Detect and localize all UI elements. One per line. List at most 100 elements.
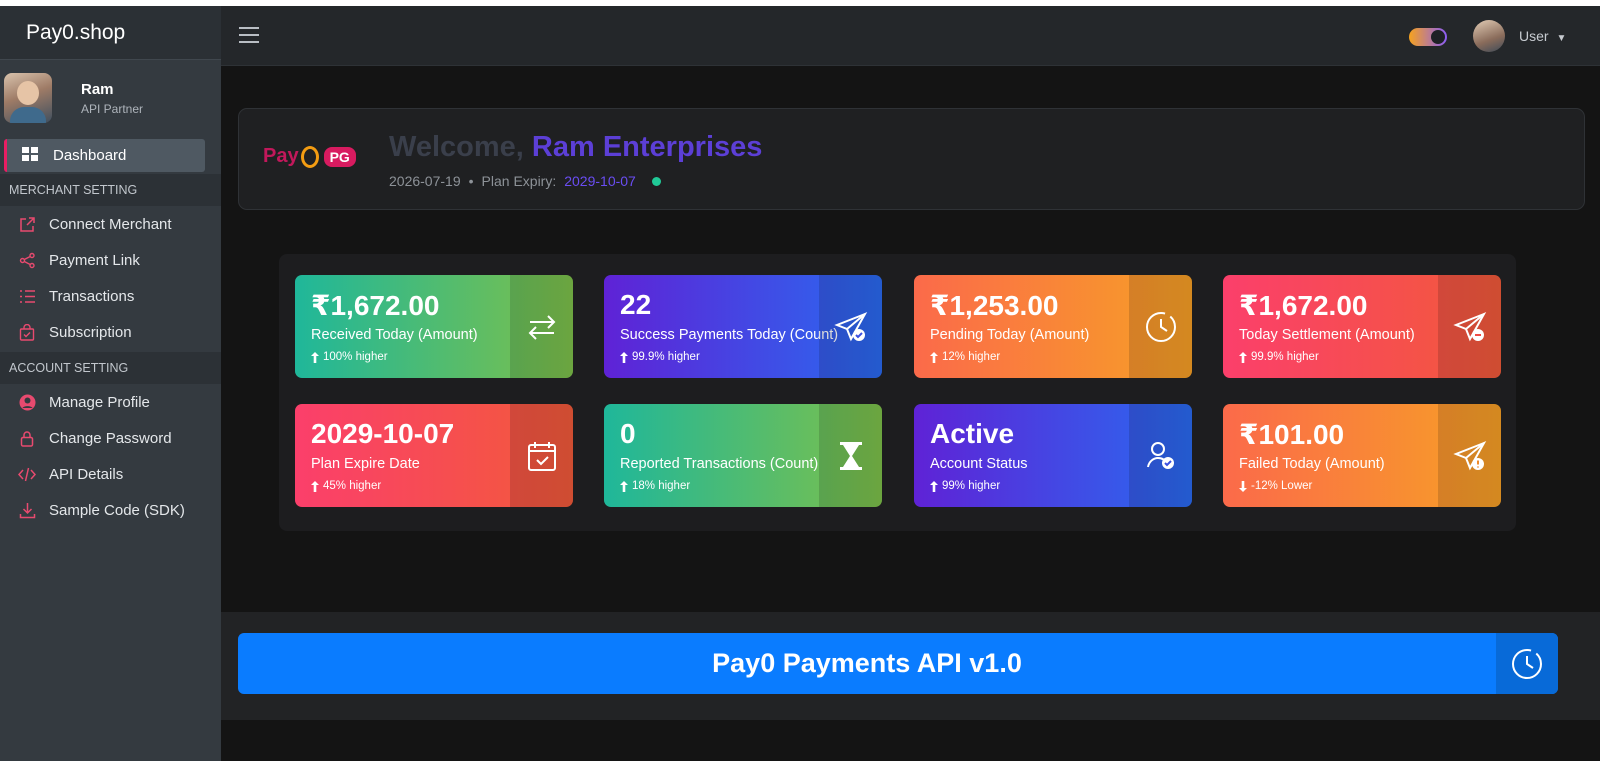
theme-toggle[interactable] xyxy=(1409,28,1447,46)
sidebar-item-label: API Details xyxy=(49,465,124,483)
welcome-subtitle: 2026-07-19 • Plan Expiry: 2029-10-07 xyxy=(389,173,661,189)
stat-value: Active xyxy=(930,418,1015,449)
stat-value: ₹101.00 xyxy=(1239,419,1345,450)
api-banner[interactable]: Pay0 Payments API v1.0 xyxy=(238,633,1558,694)
arrow-up-icon xyxy=(311,351,319,363)
stat-value: 2029-10-07 xyxy=(311,418,455,449)
stat-value: ₹1,253.00 xyxy=(930,290,1059,321)
stat-card-received-today[interactable]: ₹1,672.00 Received Today (Amount) 100% h… xyxy=(295,275,573,378)
send-check-icon xyxy=(819,275,882,378)
arrow-up-icon xyxy=(620,480,628,492)
stat-trend-text: 100% higher xyxy=(323,351,388,363)
welcome-banner: Pay PG Welcome, Ram Enterprises 2026-07-… xyxy=(238,108,1585,210)
user-menu[interactable]: User ▼ xyxy=(1519,28,1566,44)
sidebar-item-label: Payment Link xyxy=(49,251,140,269)
separator: • xyxy=(468,173,474,189)
calendar-check-icon xyxy=(510,404,573,507)
stat-card-failed-today[interactable]: ₹101.00 Failed Today (Amount) -12% Lower xyxy=(1223,404,1501,507)
send-alert-icon xyxy=(1438,404,1501,507)
sidebar-item-payment-link[interactable]: Payment Link xyxy=(0,242,221,278)
sidebar-item-label: Sample Code (SDK) xyxy=(49,501,185,519)
pay0-pg-logo: Pay PG xyxy=(263,145,356,168)
stat-label: Pending Today (Amount) xyxy=(930,327,1090,343)
plan-expiry-date: 2029-10-07 xyxy=(564,173,636,189)
sidebar-item-manage-profile[interactable]: Manage Profile xyxy=(0,384,221,420)
welcome-greeting: Welcome, xyxy=(389,131,532,163)
section-account-setting: ACCOUNT SETTING xyxy=(0,352,221,384)
stat-trend: 99.9% higher xyxy=(1239,351,1319,363)
arrow-up-icon xyxy=(1239,351,1247,363)
main-content: User ▼ Pay PG Welcome, Ram Enterprises 2… xyxy=(221,6,1600,761)
stat-label: Today Settlement (Amount) xyxy=(1239,327,1415,343)
section-merchant-setting: MERCHANT SETTING xyxy=(0,174,221,206)
user-circle-icon xyxy=(18,394,36,411)
logo-text: Pay xyxy=(263,145,299,167)
stat-trend-text: 18% higher xyxy=(632,480,691,492)
stat-trend: 99.9% higher xyxy=(620,351,700,363)
stat-value: ₹1,672.00 xyxy=(311,290,440,321)
sidebar-item-label: Connect Merchant xyxy=(49,215,172,233)
logo-badge: PG xyxy=(323,146,356,167)
brand-logo[interactable]: Pay0.shop xyxy=(0,6,221,60)
lock-icon xyxy=(18,430,36,447)
stat-card-plan-expire[interactable]: 2029-10-07 Plan Expire Date 45% higher xyxy=(295,404,573,507)
welcome-title: Welcome, Ram Enterprises xyxy=(389,131,762,164)
code-icon xyxy=(18,467,36,482)
hamburger-menu-icon[interactable] xyxy=(239,26,259,44)
transfer-arrows-icon xyxy=(510,275,573,378)
stat-label: Failed Today (Amount) xyxy=(1239,456,1385,472)
share-icon xyxy=(18,252,36,269)
user-check-icon xyxy=(1129,404,1192,507)
stat-value: 0 xyxy=(620,418,636,449)
stat-card-account-status[interactable]: Active Account Status 99% higher xyxy=(914,404,1192,507)
clock-icon xyxy=(1129,275,1192,378)
stat-trend-text: 12% higher xyxy=(942,351,1001,363)
sidebar-item-sample-code[interactable]: Sample Code (SDK) xyxy=(0,492,221,528)
logo-ring-icon xyxy=(300,145,319,168)
sidebar-item-connect-merchant[interactable]: Connect Merchant xyxy=(0,206,221,242)
user-avatar[interactable] xyxy=(1473,20,1505,52)
user-menu-label: User xyxy=(1519,28,1549,44)
sidebar-profile: Ram API Partner xyxy=(0,60,221,136)
grid-icon xyxy=(22,146,38,165)
current-date: 2026-07-19 xyxy=(389,173,461,189)
sidebar-item-label: Subscription xyxy=(49,323,132,341)
company-name: Ram Enterprises xyxy=(531,131,763,163)
api-banner-title: Pay0 Payments API v1.0 xyxy=(712,648,1022,678)
stat-card-success-payments[interactable]: 22 Success Payments Today (Count) 99.9% … xyxy=(604,275,882,378)
sidebar-item-subscription[interactable]: Subscription xyxy=(0,314,221,350)
stat-card-pending-today[interactable]: ₹1,253.00 Pending Today (Amount) 12% hig… xyxy=(914,275,1192,378)
sidebar-item-dashboard[interactable]: Dashboard xyxy=(4,139,205,172)
stat-label: Account Status xyxy=(930,456,1028,472)
profile-name: Ram xyxy=(81,80,114,98)
sidebar: Pay0.shop Ram API Partner Dashboard MERC… xyxy=(0,6,221,761)
stat-trend-text: -12% Lower xyxy=(1251,480,1313,492)
api-section: Pay0 Payments API v1.0 xyxy=(221,612,1600,720)
profile-role: API Partner xyxy=(81,101,144,116)
clock-icon xyxy=(1496,633,1558,694)
stat-card-today-settlement[interactable]: ₹1,672.00 Today Settlement (Amount) 99.9… xyxy=(1223,275,1501,378)
stat-trend: 100% higher xyxy=(311,351,388,363)
sidebar-item-label: Transactions xyxy=(49,287,135,305)
arrow-up-icon xyxy=(311,480,319,492)
top-navbar: User ▼ xyxy=(221,6,1600,66)
stat-card-reported-transactions[interactable]: 0 Reported Transactions (Count) 18% high… xyxy=(604,404,882,507)
stat-label: Success Payments Today (Count) xyxy=(620,327,839,343)
arrow-up-icon xyxy=(930,480,938,492)
sidebar-item-api-details[interactable]: API Details xyxy=(0,456,221,492)
external-link-icon xyxy=(18,216,36,233)
list-icon xyxy=(18,289,36,304)
stat-trend: -12% Lower xyxy=(1239,480,1312,492)
arrow-down-icon xyxy=(1239,480,1247,492)
sidebar-item-label: Manage Profile xyxy=(49,393,150,411)
stats-panel: ₹1,672.00 Received Today (Amount) 100% h… xyxy=(279,254,1516,531)
stat-label: Received Today (Amount) xyxy=(311,327,478,343)
sidebar-item-change-password[interactable]: Change Password xyxy=(0,420,221,456)
send-minus-icon xyxy=(1438,275,1501,378)
stat-label: Plan Expire Date xyxy=(311,456,420,472)
download-icon xyxy=(18,502,36,519)
sidebar-item-transactions[interactable]: Transactions xyxy=(0,278,221,314)
chevron-down-icon: ▼ xyxy=(1556,33,1567,44)
arrow-up-icon xyxy=(930,351,938,363)
stat-value: 22 xyxy=(620,289,652,320)
